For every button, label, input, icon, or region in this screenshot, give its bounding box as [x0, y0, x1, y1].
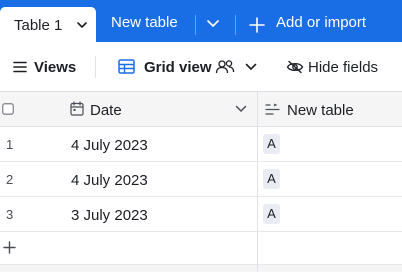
row-number: 3 — [6, 207, 14, 222]
calendar-icon — [70, 101, 84, 116]
chevron-down-icon[interactable] — [76, 19, 88, 31]
collaborators-icon[interactable] — [215, 59, 235, 74]
column-header-new-table[interactable]: New table — [287, 102, 354, 119]
eye-off-icon — [286, 60, 304, 74]
column-divider — [257, 92, 258, 272]
column-header-date[interactable]: Date — [90, 102, 122, 119]
table-tab-bar: Table 1 New table Add or import — [0, 0, 402, 42]
link-field-icon — [265, 103, 280, 115]
tab-divider — [235, 15, 236, 35]
view-toolbar: Views Grid view Hide fields — [0, 42, 402, 92]
tab-divider — [195, 15, 196, 35]
date-cell[interactable]: 3 July 2023 — [71, 207, 148, 224]
column-menu-chevron-icon[interactable] — [235, 105, 247, 113]
tab-label: Table 1 — [14, 17, 63, 34]
linked-record-chip[interactable]: A — [263, 204, 280, 224]
row-number: 1 — [6, 137, 14, 152]
linked-record-chip[interactable]: A — [263, 134, 280, 154]
grid-view-icon — [118, 59, 135, 74]
grid-view-button[interactable]: Grid view — [144, 59, 212, 76]
select-all-checkbox[interactable] — [2, 103, 14, 115]
add-row-button[interactable] — [0, 232, 402, 265]
view-options-chevron-icon[interactable] — [245, 63, 257, 71]
plus-icon — [3, 241, 16, 254]
date-cell[interactable]: 4 July 2023 — [71, 137, 148, 154]
hamburger-menu-icon[interactable] — [13, 61, 27, 73]
row-number: 2 — [6, 172, 14, 187]
toolbar-divider — [95, 56, 96, 78]
table-row[interactable]: 1 4 July 2023 A — [0, 127, 402, 162]
date-cell[interactable]: 4 July 2023 — [71, 172, 148, 189]
tab-new-table[interactable]: New table — [111, 14, 178, 31]
tables-dropdown-chevron-icon[interactable] — [206, 19, 220, 29]
plus-icon[interactable] — [249, 17, 265, 33]
table-row[interactable]: 3 3 July 2023 A — [0, 197, 402, 232]
grid-footer — [0, 265, 402, 272]
linked-record-chip[interactable]: A — [263, 169, 280, 189]
grid-header-row: Date New table — [0, 92, 402, 127]
hide-fields-button[interactable]: Hide fields — [308, 59, 378, 76]
add-or-import-button[interactable]: Add or import — [276, 14, 366, 31]
views-button[interactable]: Views — [34, 59, 76, 76]
table-row[interactable]: 2 4 July 2023 A — [0, 162, 402, 197]
tab-table-1[interactable]: Table 1 — [0, 7, 96, 42]
